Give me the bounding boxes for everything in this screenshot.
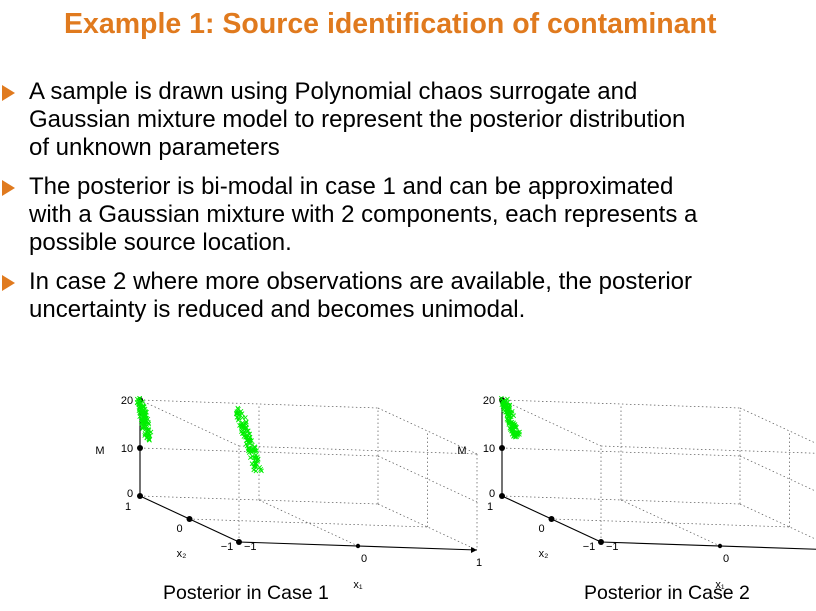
bullet-line: with a Gaussian mixture with 2 component…	[29, 201, 698, 228]
scatter-points	[134, 395, 264, 474]
x2-tick-label: 1	[487, 501, 493, 513]
z-tick-label: 0	[489, 488, 495, 500]
scatter-plot-canvas: 0102010−1−101Mx₂x₁	[95, 395, 482, 591]
bullet-item: In case 2 where more observations are av…	[0, 268, 816, 324]
z-tick-label: 10	[121, 443, 133, 455]
figure-caption: Posterior in Case 2	[584, 582, 750, 604]
z-tick-label: 10	[483, 443, 495, 455]
axes	[137, 397, 478, 553]
scatter-point	[240, 415, 245, 421]
bullet-line: A sample is drawn using Polynomial chaos…	[29, 78, 638, 105]
x2-tick-label: −1	[583, 541, 596, 553]
bullet-line: In case 2 where more observations are av…	[29, 268, 693, 295]
bullet-line: of unknown parameters	[29, 134, 280, 161]
figure-caption: Posterior in Case 1	[163, 582, 329, 604]
z-tick-label: 20	[483, 395, 495, 407]
bullet-list: A sample is drawn using Polynomial chaos…	[0, 78, 816, 335]
z-axis-label: M	[95, 445, 104, 457]
x1-tick-label: 0	[361, 553, 367, 565]
x2-tick-label: 1	[125, 501, 131, 513]
bullet-line: uncertainty is reduced and becomes unimo…	[29, 296, 526, 323]
scatter-plot-case-1: 0 10 20 1 0 −1 −1 0 1 Mx₂ x₁ Posterior in Case 1	[85, 372, 482, 611]
bullet-line: possible source location.	[29, 229, 292, 256]
z-tick-label: 20	[121, 395, 133, 407]
x2-axis-label: x₂	[177, 548, 187, 560]
orange-triangle-bullet-icon	[2, 180, 15, 196]
x2-tick-label: 0	[176, 523, 182, 535]
bullet-line: Gaussian mixture model to represent the …	[29, 106, 686, 133]
grid-lines	[501, 399, 816, 547]
x1-tick-label: −1	[606, 541, 619, 553]
z-tick-label: 0	[127, 488, 133, 500]
tick-labels: 0102010−1−101Mx₂x₁	[95, 395, 482, 591]
x2-tick-label: 0	[538, 523, 544, 535]
z-axis-label: M	[457, 445, 466, 457]
scatter-points	[498, 395, 522, 440]
slide-title: Example 1: Source identification of cont…	[64, 8, 717, 40]
x1-tick-label: 0	[723, 553, 729, 565]
x1-axis-label: x₁	[353, 579, 363, 591]
scatter-plot-canvas: 0102010−1−101Mx₂x₁	[457, 395, 816, 591]
x1-tick-label: −1	[244, 541, 257, 553]
grid-lines	[139, 399, 478, 551]
x2-axis-label: x₂	[539, 548, 549, 560]
bullet-item: A sample is drawn using Polynomial chaos…	[0, 78, 816, 162]
bullet-item: The posterior is bi-modal in case 1 and …	[0, 173, 816, 257]
x2-tick-label: −1	[221, 541, 234, 553]
scatter-plot-case-2: 0102010−1−101Mx₂x₁ Posterior in Case 2	[447, 372, 816, 611]
orange-triangle-bullet-icon	[2, 85, 15, 101]
bullet-line: The posterior is bi-modal in case 1 and …	[29, 173, 674, 200]
orange-triangle-bullet-icon	[2, 275, 15, 291]
